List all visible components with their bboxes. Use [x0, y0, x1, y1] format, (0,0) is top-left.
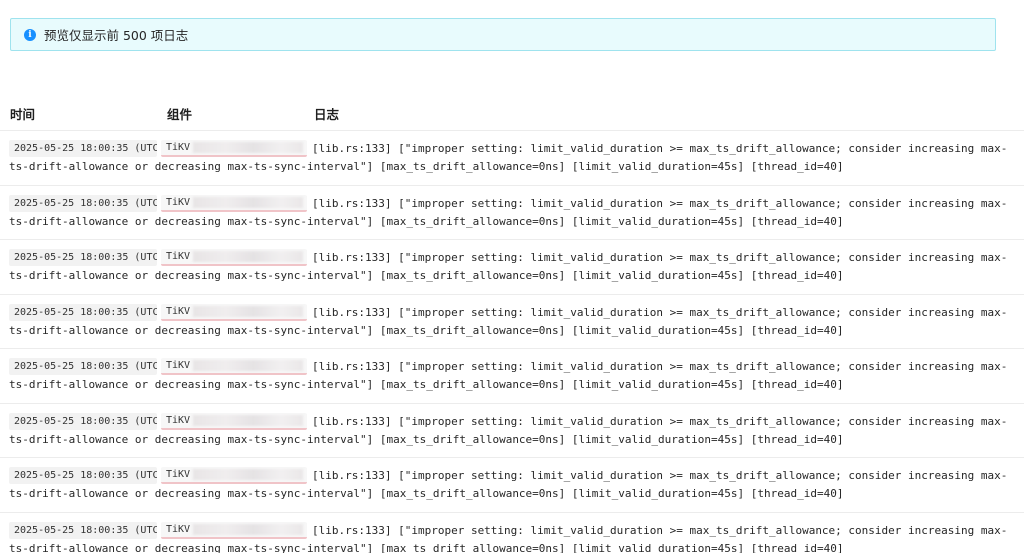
column-header-log: 日志: [314, 107, 340, 122]
log-table-header: 时间 组件 日志: [0, 92, 1024, 131]
log-message: [lib.rs:133] ["improper setting: limit_v…: [9, 251, 1008, 282]
table-row[interactable]: 2025-05-25 18:00:35 (UTC+08:00) TiKV [li…: [0, 131, 1024, 186]
log-message: [lib.rs:133] ["improper setting: limit_v…: [9, 196, 1008, 228]
column-header-time: 时间: [10, 107, 36, 122]
table-row[interactable]: 2025-05-25 18:00:35 (UTC+08:00) TiKV [li…: [0, 404, 1024, 458]
alert-text: 预览仅显示前 500 项日志: [44, 28, 189, 43]
table-row[interactable]: 2025-05-25 18:00:35 (UTC+08:00) TiKV [li…: [0, 186, 1024, 240]
table-row[interactable]: 2025-05-25 18:00:35 (UTC+08:00) TiKV [li…: [0, 513, 1024, 553]
log-message: [lib.rs:133] ["improper setting: limit_v…: [9, 142, 1008, 173]
log-message: [lib.rs:133] ["improper setting: limit_v…: [9, 523, 1008, 553]
table-row[interactable]: 2025-05-25 18:00:35 (UTC+08:00) TiKV [li…: [0, 295, 1024, 349]
log-message: [lib.rs:133] ["improper setting: limit_v…: [9, 469, 1008, 500]
table-row[interactable]: 2025-05-25 18:00:35 (UTC+08:00) TiKV [li…: [0, 349, 1024, 404]
log-message: [lib.rs:133] ["improper setting: limit_v…: [9, 414, 1008, 446]
column-header-component: 组件: [167, 107, 193, 122]
table-row[interactable]: 2025-05-25 18:00:35 (UTC+08:00) TiKV [li…: [0, 458, 1024, 513]
log-message: [lib.rs:133] ["improper setting: limit_v…: [9, 360, 1008, 391]
log-message: [lib.rs:133] ["improper setting: limit_v…: [9, 305, 1008, 337]
log-preview-alert: i 预览仅显示前 500 项日志: [10, 18, 996, 51]
info-icon: i: [24, 28, 36, 41]
table-row[interactable]: 2025-05-25 18:00:35 (UTC+08:00) TiKV [li…: [0, 240, 1024, 295]
log-table-body: 2025-05-25 18:00:35 (UTC+08:00) TiKV [li…: [0, 131, 1024, 553]
